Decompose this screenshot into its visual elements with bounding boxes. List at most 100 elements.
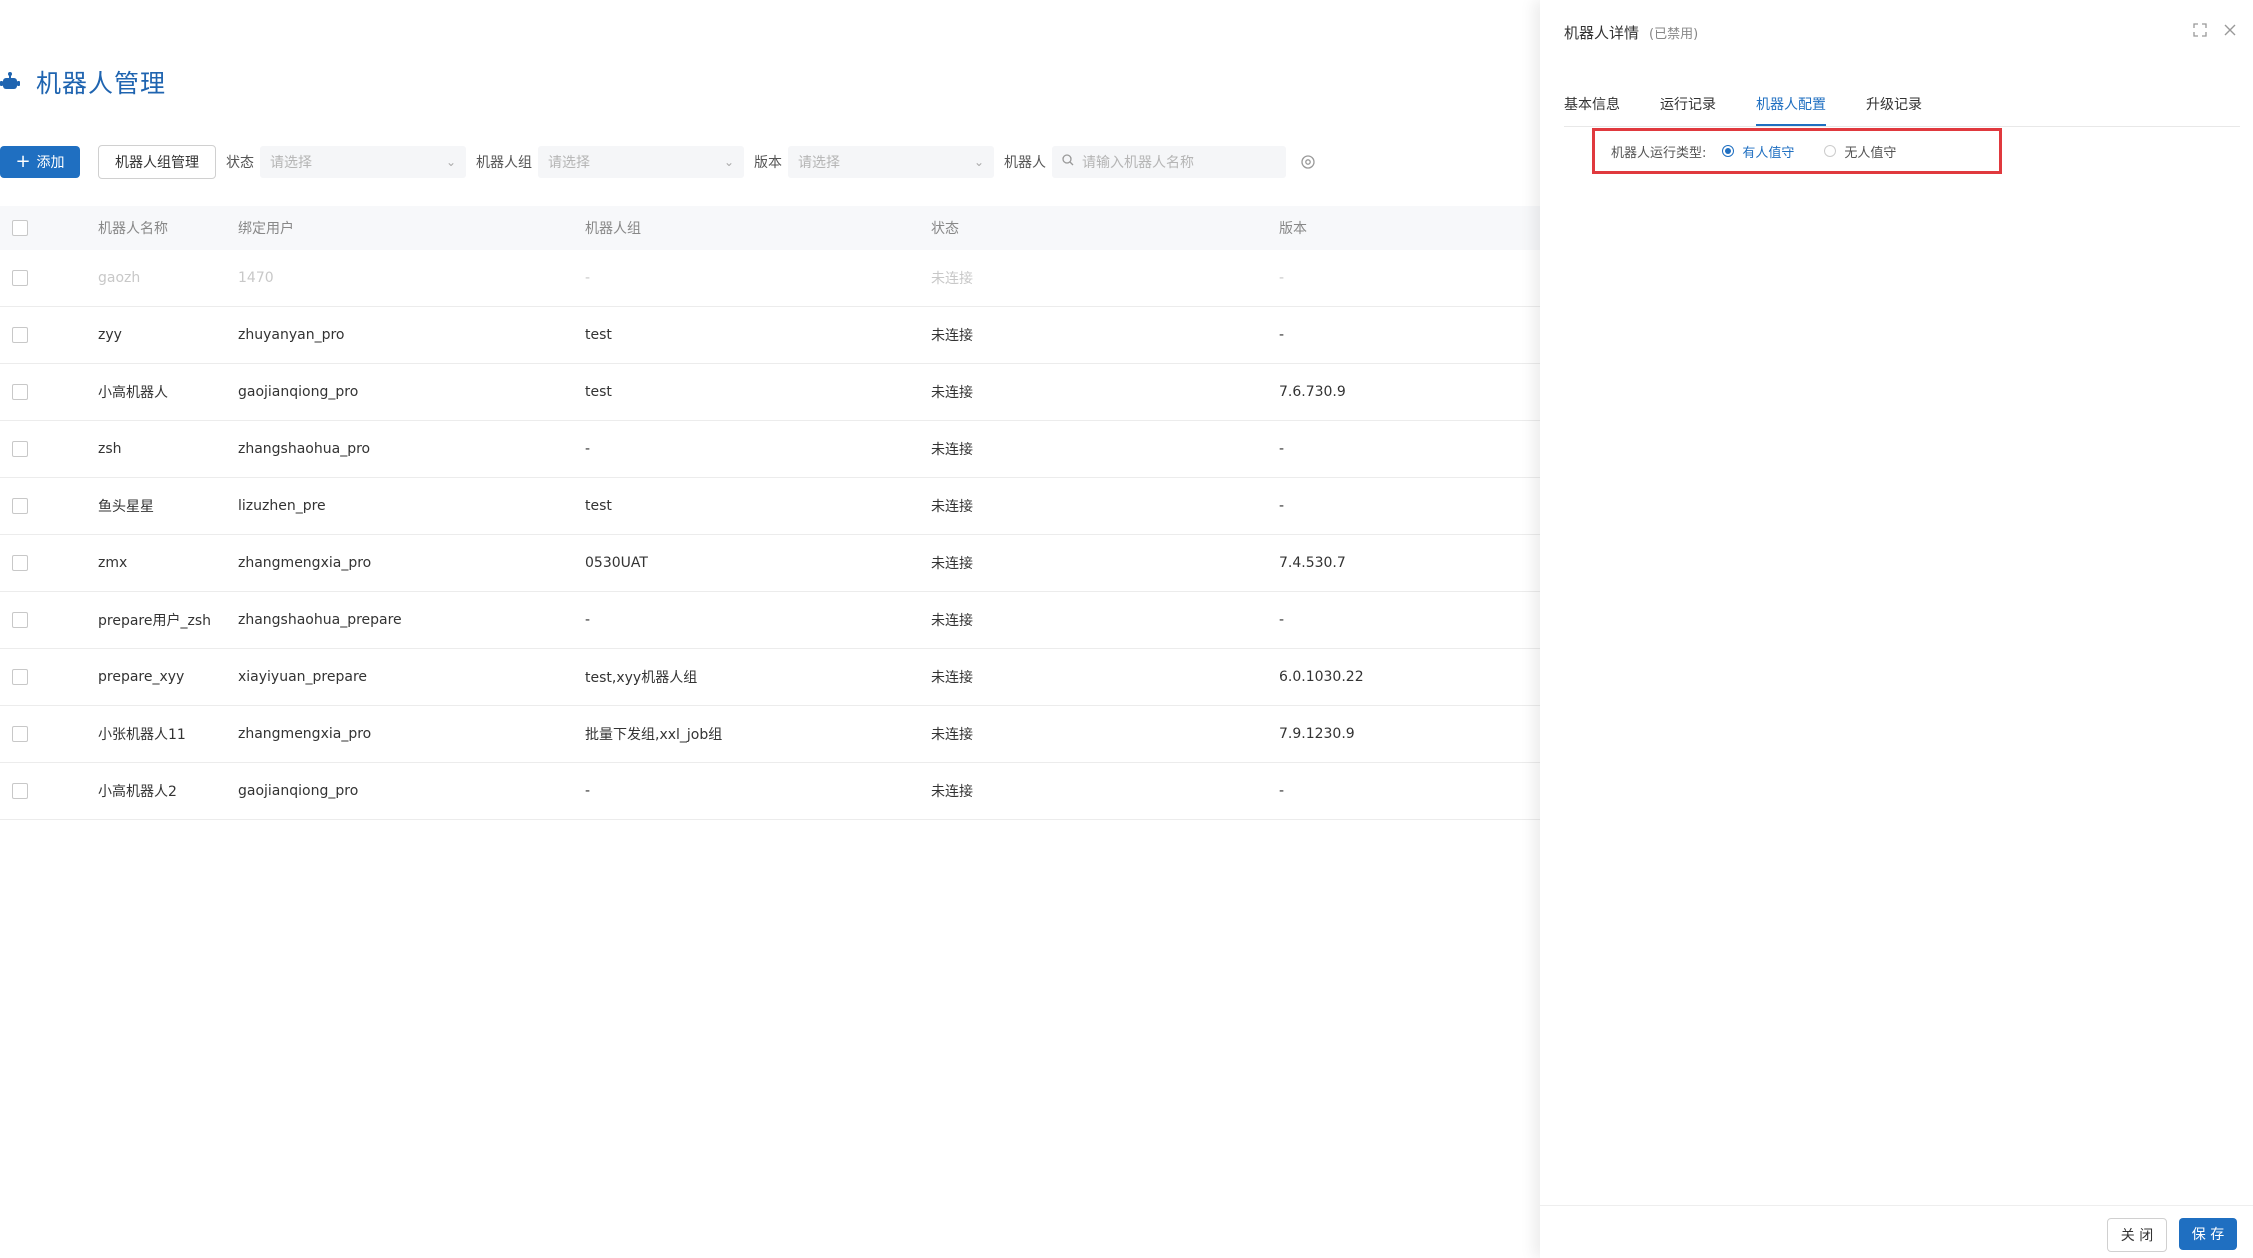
settings-icon[interactable]: [1300, 154, 1316, 170]
drawer-footer: 关 闭 保 存: [1540, 1205, 2253, 1258]
group-select-placeholder: 请选择: [548, 155, 590, 171]
table-row[interactable]: zsh zhangshaohua_pro - 未连接 -: [0, 421, 1540, 478]
group-select[interactable]: 请选择 ⌄: [538, 146, 744, 178]
robot-group-cell: -: [585, 270, 591, 286]
version-cell: 7.4.530.7: [1279, 555, 1346, 571]
version-select[interactable]: 请选择 ⌄: [788, 146, 994, 178]
robot-search-input[interactable]: 请输入机器人名称: [1052, 146, 1286, 178]
bound-user-cell: 1470: [238, 270, 274, 286]
drawer-status: (已禁用): [1649, 27, 1699, 42]
header-user: 绑定用户: [238, 221, 294, 237]
select-all-checkbox[interactable]: [12, 220, 28, 236]
row-select[interactable]: [0, 498, 98, 514]
row-checkbox[interactable]: [12, 726, 28, 742]
toolbar: + 添加 机器人组管理 状态 请选择 ⌄ 机器人组 请选择 ⌄ 版本 请选择 ⌄…: [0, 145, 1316, 179]
radio-attended-label: 有人值守: [1742, 145, 1795, 161]
fullscreen-icon[interactable]: [2193, 22, 2207, 41]
robot-name-cell: zmx: [98, 555, 128, 571]
save-button[interactable]: 保 存: [2179, 1218, 2237, 1250]
row-checkbox[interactable]: [12, 498, 28, 514]
group-manage-button[interactable]: 机器人组管理: [98, 145, 216, 179]
status-cell: 未连接: [931, 499, 973, 515]
robot-name-cell: prepare_xyy: [98, 669, 185, 685]
row-select[interactable]: [0, 555, 98, 571]
robot-name-cell: zsh: [98, 441, 122, 457]
status-cell: 未连接: [931, 556, 973, 572]
table-row[interactable]: prepare_xyy xiayiyuan_prepare test,xyy机器人组…: [0, 649, 1540, 706]
row-checkbox[interactable]: [12, 669, 28, 685]
table-row[interactable]: zyy zhuyanyan_pro test 未连接 -: [0, 307, 1540, 364]
row-checkbox[interactable]: [12, 327, 28, 343]
row-checkbox[interactable]: [12, 783, 28, 799]
row-select[interactable]: [0, 726, 98, 742]
chevron-down-icon: ⌄: [723, 155, 734, 169]
table-row[interactable]: 小张机器人11 zhangmengxia_pro 批量下发组,xxl_job组 未连接…: [0, 706, 1540, 763]
bound-user-cell: gaojianqiong_pro: [238, 384, 359, 400]
version-cell: -: [1279, 612, 1285, 628]
status-select[interactable]: 请选择 ⌄: [260, 146, 466, 178]
chevron-down-icon: ⌄: [973, 155, 984, 169]
radio-unattended-label: 无人值守: [1844, 145, 1897, 161]
status-cell: 未连接: [931, 670, 973, 686]
version-cell: -: [1279, 270, 1285, 286]
run-type-label: 机器人运行类型:: [1611, 145, 1707, 161]
robot-search-placeholder: 请输入机器人名称: [1082, 155, 1194, 171]
robot-group-cell: test: [585, 327, 612, 343]
header-group: 机器人组: [585, 221, 641, 237]
main-page: 机器人管理 + 添加 机器人组管理 状态 请选择 ⌄ 机器人组 请选择 ⌄ 版本…: [0, 0, 1540, 1258]
table-row[interactable]: 鱼头星星 lizuzhen_pre test 未连接 -: [0, 478, 1540, 535]
search-icon: [1062, 154, 1074, 170]
robot-name-cell: 小张机器人11: [98, 727, 186, 743]
status-cell: 未连接: [931, 784, 973, 800]
row-select[interactable]: [0, 441, 98, 457]
row-select[interactable]: [0, 669, 98, 685]
bound-user-cell: zhangmengxia_pro: [238, 555, 372, 571]
row-select[interactable]: [0, 783, 98, 799]
bound-user-cell: zhangshaohua_pro: [238, 441, 371, 457]
header-status: 状态: [931, 221, 959, 237]
tab-robot-config[interactable]: 机器人配置: [1756, 94, 1826, 126]
table-row[interactable]: prepare用户_zsh zhangshaohua_prepare - 未连接 -: [0, 592, 1540, 649]
page-header: 机器人管理: [0, 64, 166, 100]
robot-icon: [0, 71, 22, 93]
row-checkbox[interactable]: [12, 384, 28, 400]
tab-upgrade-records[interactable]: 升级记录: [1866, 94, 1922, 126]
radio-checked-icon: [1722, 145, 1735, 157]
bound-user-cell: zhangshaohua_prepare: [238, 612, 402, 628]
add-button[interactable]: + 添加: [0, 146, 80, 178]
row-checkbox[interactable]: [12, 555, 28, 571]
row-select[interactable]: [0, 327, 98, 343]
drawer-title: 机器人详情: [1564, 24, 1640, 42]
robot-name-cell: 小高机器人2: [98, 784, 177, 800]
row-checkbox[interactable]: [12, 270, 28, 286]
robot-name-cell: 鱼头星星: [98, 499, 154, 515]
version-cell: 6.0.1030.22: [1279, 669, 1364, 685]
robot-group-cell: -: [585, 441, 591, 457]
table-row[interactable]: 小高机器人2 gaojianqiong_pro - 未连接 -: [0, 763, 1540, 820]
row-select[interactable]: [0, 270, 98, 286]
tab-run-records[interactable]: 运行记录: [1660, 94, 1716, 126]
row-select[interactable]: [0, 612, 98, 628]
version-cell: 7.9.1230.9: [1279, 726, 1355, 742]
close-icon[interactable]: [2223, 22, 2237, 41]
radio-unattended[interactable]: 无人值守: [1824, 142, 1896, 161]
row-checkbox[interactable]: [12, 612, 28, 628]
header-select-all[interactable]: [0, 220, 98, 236]
table-row[interactable]: zmx zhangmengxia_pro 0530UAT 未连接 7.4.530.7: [0, 535, 1540, 592]
robot-group-cell: test: [585, 498, 612, 514]
row-select[interactable]: [0, 384, 98, 400]
version-cell: -: [1279, 498, 1285, 514]
group-filter-label: 机器人组: [476, 155, 532, 171]
robot-group-cell: -: [585, 612, 591, 628]
robot-group-cell: -: [585, 783, 591, 799]
bound-user-cell: zhangmengxia_pro: [238, 726, 372, 742]
table-body: gaozh 1470- 未连接 - zyy zhuyanyan_pro test 未连接 - 小高…: [0, 250, 1540, 820]
close-button[interactable]: 关 闭: [2107, 1218, 2167, 1252]
row-checkbox[interactable]: [12, 441, 28, 457]
plus-icon: +: [15, 151, 31, 172]
tab-basic-info[interactable]: 基本信息: [1564, 94, 1620, 126]
table-row[interactable]: gaozh 1470 - 未连接 -: [0, 250, 1540, 307]
table-row[interactable]: 小高机器人 gaojianqiong_pro test 未连接 7.6.730.9: [0, 364, 1540, 421]
radio-attended[interactable]: 有人值守: [1722, 142, 1794, 161]
status-cell: 未连接: [931, 385, 973, 401]
